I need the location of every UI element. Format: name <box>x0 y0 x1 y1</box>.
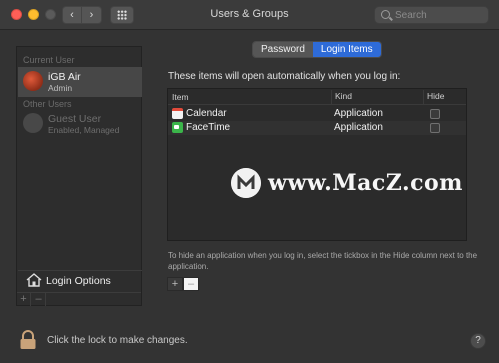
watermark-text: www.MacZ.com <box>268 170 463 196</box>
tab-bar: Password Login Items <box>252 41 382 58</box>
sidebar-buttons: + – <box>17 292 141 306</box>
item-name: Calendar <box>186 108 227 119</box>
user-name: Guest User <box>48 113 102 125</box>
help-button[interactable]: ? <box>470 333 486 349</box>
table-row[interactable]: Calendar Application <box>168 107 466 121</box>
user-name: iGB Air <box>48 71 81 83</box>
watermark-logo <box>231 168 261 198</box>
login-items-buttons: + – <box>167 277 199 291</box>
house-icon <box>26 273 42 287</box>
calendar-icon <box>172 108 183 119</box>
users-groups-window: ‹ › Users & Groups Search Current User i… <box>0 0 499 363</box>
column-item[interactable]: Item <box>172 92 189 102</box>
table-row[interactable]: FaceTime Application <box>168 121 466 135</box>
avatar <box>23 113 43 133</box>
hide-checkbox[interactable] <box>430 123 440 133</box>
search-field[interactable]: Search <box>374 6 489 24</box>
tab-login-items[interactable]: Login Items <box>312 42 381 57</box>
column-hide[interactable]: Hide <box>423 90 444 104</box>
remove-user-button[interactable]: – <box>32 293 46 306</box>
search-icon <box>381 10 390 19</box>
lock-text: Click the lock to make changes. <box>47 335 188 346</box>
facetime-icon <box>172 122 183 133</box>
search-placeholder: Search <box>395 10 427 21</box>
lock-icon[interactable] <box>19 330 37 350</box>
user-role: Enabled, Managed <box>48 125 120 135</box>
users-sidebar: Current User iGB Air Admin Other Users G… <box>16 46 142 306</box>
avatar <box>23 71 43 91</box>
user-row-guest[interactable]: Guest User Enabled, Managed <box>18 109 142 139</box>
tab-password[interactable]: Password <box>253 42 313 57</box>
column-kind[interactable]: Kind <box>331 90 352 104</box>
user-role: Admin <box>48 83 73 93</box>
login-items-intro: These items will open automatically when… <box>168 71 401 82</box>
remove-login-item-button[interactable]: – <box>183 277 199 291</box>
item-kind: Application <box>334 108 383 119</box>
add-user-button[interactable]: + <box>17 293 31 306</box>
item-kind: Application <box>334 122 383 133</box>
item-name: FaceTime <box>186 122 231 133</box>
title-bar: ‹ › Users & Groups Search <box>0 0 499 30</box>
current-user-label: Current User <box>23 55 75 65</box>
hide-checkbox[interactable] <box>430 109 440 119</box>
login-options-label: Login Options <box>46 275 111 287</box>
user-row-current[interactable]: iGB Air Admin <box>18 67 142 97</box>
add-login-item-button[interactable]: + <box>167 277 183 291</box>
login-items-table: Item Kind Hide Calendar Application Face… <box>167 88 467 241</box>
table-header: Item Kind Hide <box>168 89 466 105</box>
hide-hint-text: To hide an application when you log in, … <box>168 251 478 271</box>
other-users-label: Other Users <box>23 99 72 109</box>
login-options-button[interactable]: Login Options <box>18 270 142 290</box>
